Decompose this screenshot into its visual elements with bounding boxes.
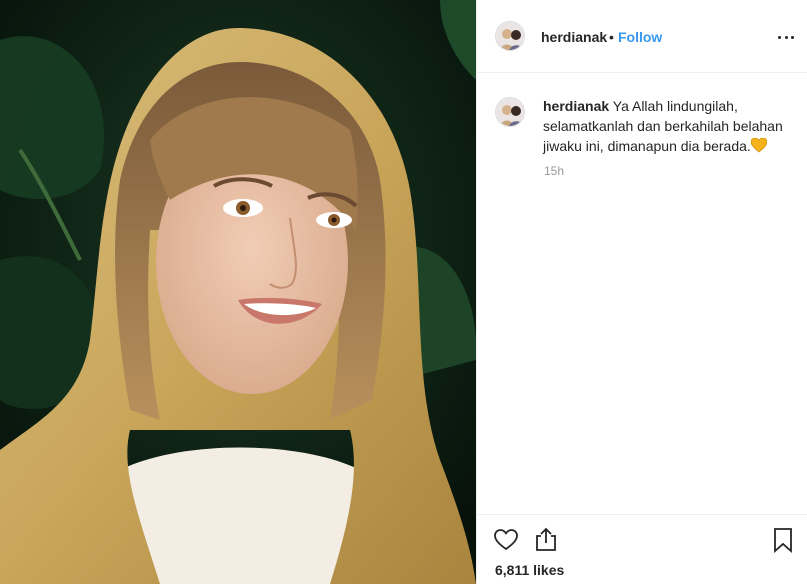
heart-outline-icon[interactable] — [493, 527, 519, 553]
more-options-icon[interactable] — [778, 29, 794, 45]
dot — [784, 35, 788, 39]
avatar[interactable] — [495, 21, 525, 51]
separator-dot: • — [609, 29, 614, 45]
post-timestamp[interactable]: 15h — [544, 164, 564, 178]
caption-username[interactable]: herdianak — [543, 98, 609, 114]
post-actions-bar: 6,811 likes — [477, 514, 807, 584]
likes-count[interactable]: 6,811 likes — [495, 562, 564, 578]
caption-avatar[interactable] — [495, 97, 525, 127]
avatar-image — [496, 98, 524, 126]
post-username[interactable]: herdianak — [541, 29, 607, 45]
yellow-heart-icon — [750, 137, 768, 158]
post-side-panel: herdianak • Follow herdianak Ya Allah li… — [476, 0, 807, 584]
dot — [791, 35, 794, 39]
portrait-image — [0, 0, 476, 584]
post-photo[interactable] — [0, 0, 476, 584]
post-header: herdianak • Follow — [477, 0, 807, 73]
avatar-image — [496, 22, 524, 50]
post-caption: herdianak Ya Allah lindungilah, selamatk… — [543, 96, 793, 158]
follow-button[interactable]: Follow — [618, 29, 662, 45]
bookmark-icon[interactable] — [770, 527, 796, 553]
share-icon[interactable] — [533, 526, 559, 552]
dot — [778, 35, 781, 39]
instagram-post-view: herdianak • Follow herdianak Ya Allah li… — [0, 0, 807, 584]
